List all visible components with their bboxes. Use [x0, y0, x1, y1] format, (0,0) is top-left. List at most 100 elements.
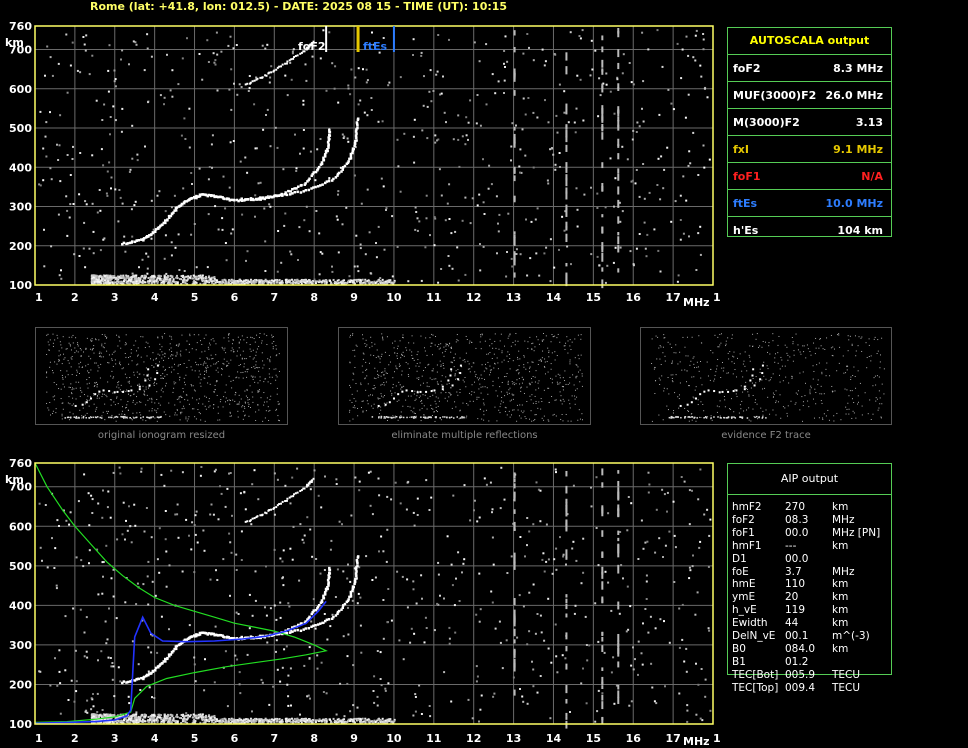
aip-row: Ewidth 44 km — [732, 617, 892, 630]
aip-row-unit: MHz [PN] — [832, 526, 881, 539]
aip-row: h_vE 119 km — [732, 604, 892, 617]
aip-row-value: 08.3 — [785, 513, 809, 526]
autoscala-row: foF2 8.3 MHz — [728, 55, 891, 82]
autoscala-row-label: ftEs — [733, 197, 758, 210]
x-tick-label: 6 — [231, 732, 239, 745]
aip-row-name: hmF2 — [732, 501, 762, 513]
y-tick-label: 300 — [9, 201, 32, 214]
x-tick-label: 9 — [350, 291, 358, 304]
aip-row-value: 44 — [785, 617, 799, 630]
aip-row-unit: MHz — [832, 565, 855, 578]
x-tick-label: 3 — [111, 291, 119, 304]
top-y-unit: km — [5, 36, 24, 49]
autoscala-row: foF1 N/A — [728, 163, 891, 190]
aip-row-value: 005.9 — [785, 668, 816, 681]
autoscala-row: fxI 9.1 MHz — [728, 136, 891, 163]
aip-row: D1 00.0 — [732, 553, 892, 566]
autoscala-row-label: fxI — [733, 143, 749, 156]
aip-row-name: foF2 — [732, 513, 755, 526]
y-tick-label: 760 — [9, 457, 32, 470]
bottom-ionogram-plot: 760700600500400300200100 1 2 3 4 5 6 7 8 9 10 11 12… — [5, 457, 720, 748]
aip-row: foE 3.7 MHz — [732, 566, 892, 579]
aip-title: AIP output — [728, 464, 891, 495]
thumbnail-caption-evidence: evidence F2 trace — [721, 430, 811, 441]
bottom-y-tick-labels: 760700600500400300200100 — [9, 457, 32, 731]
autoscala-row: M(3000)F2 3.13 — [728, 109, 891, 136]
autoscala-row-value: 9.1 MHz — [833, 143, 883, 156]
aip-row: hmE 110 km — [732, 578, 892, 591]
aip-row-unit: MHz — [832, 513, 855, 526]
ionogram-header: Rome (lat: +41.8, lon: 012.5) - DATE: 20… — [90, 0, 508, 13]
aip-row-name: Ewidth — [732, 617, 768, 630]
top-y-tick-labels: 760700600500400300200100 — [9, 20, 32, 292]
bottom-grid — [35, 463, 713, 724]
x-tick-label: 10 — [386, 291, 402, 304]
thumbnail-caption-original: original ionogram resized — [97, 430, 226, 441]
y-tick-label: 100 — [9, 279, 32, 292]
aip-row: ymE 20 km — [732, 591, 892, 604]
bottom-noise — [38, 466, 712, 729]
aip-row-name: foE — [732, 565, 749, 578]
aip-row: TEC[Top] 009.4 TECU — [732, 682, 892, 695]
autoscala-title: AUTOSCALA output — [728, 28, 891, 55]
autoscala-row-value: 10.0 MHz — [825, 197, 883, 210]
x-tick-label: 1 — [35, 732, 43, 745]
x-tick-label: 16 — [626, 732, 642, 745]
aip-row-name: B0 — [732, 642, 746, 655]
aip-row: foF1 00.0 MHz [PN] — [732, 527, 892, 540]
thumbnail-caption-eliminated: eliminate multiple reflections — [391, 430, 538, 441]
top-noise — [38, 27, 711, 289]
fof2-marker-label: foF2 — [298, 40, 326, 53]
aip-row-unit: TECU — [832, 681, 861, 694]
aip-row-unit: km — [832, 604, 849, 617]
x-tick-label: 17 — [665, 732, 680, 745]
aip-row-value: 20 — [785, 591, 799, 604]
aip-row-unit: km — [832, 617, 849, 630]
x-tick-label: 11 — [426, 732, 441, 745]
aip-row: B0 084.0 km — [732, 643, 892, 656]
x-tick-label: 8 — [310, 291, 318, 304]
x-tick-label: 15 — [586, 291, 601, 304]
autoscala-output-panel: AUTOSCALA output foF2 8.3 MHz MUF(3000)F2 2… — [727, 27, 892, 237]
aip-row-name: foF1 — [732, 526, 755, 539]
x-tick-label: 11 — [426, 291, 441, 304]
y-tick-label: 600 — [9, 83, 32, 96]
aip-row-name: h_vE — [732, 604, 757, 617]
x-tick-label: 17 — [665, 291, 680, 304]
autoscala-row-label: MUF(3000)F2 — [733, 89, 817, 102]
aip-row-name: TEC[Top] — [732, 681, 779, 694]
aip-row-unit: TECU — [832, 668, 861, 681]
aip-row-name: hmF1 — [732, 539, 762, 552]
x-tick-label: 12 — [466, 732, 481, 745]
autoscala-row-value: 26.0 MHz — [825, 89, 883, 102]
aip-row-name: ymE — [732, 591, 756, 604]
ftes-marker-label: ftEs — [363, 40, 388, 53]
bottom-echo-trace — [90, 477, 396, 725]
x-tick-label: 14 — [546, 732, 562, 745]
aip-row-unit: km — [832, 539, 849, 552]
x-tick-label: 7 — [270, 732, 278, 745]
y-tick-label: 500 — [9, 560, 32, 573]
x-tick-label: 1 — [35, 291, 43, 304]
aip-row-value: 110 — [785, 578, 806, 591]
aip-row: foF2 08.3 MHz — [732, 514, 892, 527]
x-tick-label: 14 — [546, 291, 562, 304]
top-x-tick-labels: 123456789101112131415161718 — [35, 291, 720, 304]
autoscala-row-label: foF2 — [733, 62, 761, 75]
top-echo-trace — [90, 40, 396, 286]
x-tick-label: 16 — [626, 291, 642, 304]
aip-row: hmF1 --- km — [732, 540, 892, 553]
x-tick-label: 4 — [151, 291, 159, 304]
thumbnail-evidence-f2 — [640, 327, 892, 425]
x-tick-label: 18 — [713, 732, 720, 745]
bottom-x-unit: MHz — [683, 735, 710, 748]
x-tick-label: 5 — [191, 732, 199, 745]
y-tick-label: 200 — [9, 240, 32, 253]
y-tick-label: 400 — [9, 161, 32, 174]
aip-row-unit: km — [832, 501, 849, 513]
autoscala-row-value: 8.3 MHz — [833, 62, 883, 75]
y-tick-label: 600 — [9, 520, 32, 533]
x-tick-label: 12 — [466, 291, 481, 304]
autoscala-row: MUF(3000)F2 26.0 MHz — [728, 82, 891, 109]
aip-row-name: D1 — [732, 552, 747, 565]
